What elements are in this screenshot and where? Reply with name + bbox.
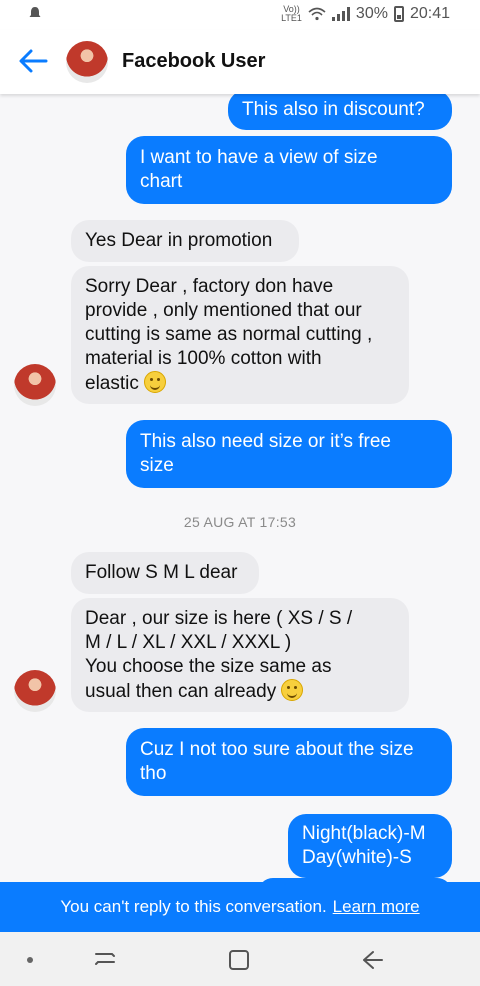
message-bubble-incoming[interactable]: Yes Dear in promotion bbox=[71, 220, 299, 262]
timestamp: 25 AUG AT 17:53 bbox=[183, 514, 297, 530]
smiling-face-emoji-icon bbox=[144, 370, 167, 393]
message-text: This also need size or it’s free size bbox=[140, 431, 391, 476]
battery-percent: 30% bbox=[355, 5, 388, 22]
message-list[interactable]: This also in discount? I want to have a … bbox=[0, 94, 480, 882]
message-text: Yes Dear in promotion bbox=[85, 230, 273, 251]
message-text-wrap: Dear , our size is here ( XS / S / M / L… bbox=[85, 607, 395, 704]
back-button-icon[interactable] bbox=[360, 948, 386, 972]
message-text: I want to have a view of size chart bbox=[140, 147, 378, 192]
message-bubble-outgoing[interactable]: Cuz I not too sure about the size tho bbox=[126, 728, 452, 796]
contact-avatar[interactable] bbox=[66, 41, 108, 83]
message-bubble-incoming[interactable]: Dear , our size is here ( XS / S / M / L… bbox=[71, 598, 409, 712]
cannot-reply-banner: You can't reply to this conversation. Le… bbox=[0, 882, 480, 932]
signal-icon bbox=[331, 7, 350, 21]
message-text-wrap: Sorry Dear , factory don have provide , … bbox=[85, 275, 395, 396]
message-bubble-outgoing[interactable]: This also in discount? bbox=[228, 94, 452, 130]
nav-dot-indicator[interactable] bbox=[27, 957, 33, 963]
message-text: Dear , our size is here ( XS / S / M / L… bbox=[85, 607, 353, 702]
system-nav-bar bbox=[0, 932, 480, 986]
back-arrow-icon[interactable] bbox=[16, 46, 50, 76]
message-text: Night(black)-M Day(white)-S bbox=[302, 823, 426, 868]
wifi-icon bbox=[308, 7, 326, 21]
lte-label: LTE1 bbox=[281, 13, 302, 23]
message-text: Cuz I not too sure about the size tho bbox=[140, 739, 414, 784]
message-text: This also in discount? bbox=[242, 99, 425, 120]
message-text: Sorry Dear , factory don have provide , … bbox=[85, 275, 373, 394]
message-bubble-incoming[interactable]: Follow S M L dear bbox=[71, 552, 259, 594]
conversation-header: Facebook User bbox=[0, 30, 480, 94]
status-bar: Vo)) LTE1 30% 20:41 bbox=[0, 0, 480, 30]
clock: 20:41 bbox=[409, 5, 450, 22]
learn-more-link[interactable]: Learn more bbox=[333, 897, 420, 917]
message-bubble-outgoing[interactable]: I want to have a view of size chart bbox=[126, 136, 452, 204]
message-bubble-outgoing[interactable]: This also need size or it’s free size bbox=[126, 420, 452, 488]
message-text: Follow S M L dear bbox=[85, 562, 238, 583]
contact-name[interactable]: Facebook User bbox=[122, 50, 265, 73]
message-bubble-outgoing[interactable]: Night(black)-M Day(white)-S bbox=[288, 814, 452, 878]
home-button-icon[interactable] bbox=[227, 948, 251, 972]
sender-avatar[interactable] bbox=[14, 670, 56, 712]
banner-text: You can't reply to this conversation. bbox=[60, 897, 327, 916]
battery-icon bbox=[393, 6, 404, 22]
recent-apps-icon[interactable] bbox=[92, 948, 118, 970]
notification-icon bbox=[28, 6, 42, 25]
message-bubble-incoming[interactable]: Sorry Dear , factory don have provide , … bbox=[71, 266, 409, 404]
grinning-face-emoji-icon bbox=[281, 678, 304, 701]
volte-indicator: Vo)) LTE1 bbox=[281, 5, 302, 23]
sender-avatar[interactable] bbox=[14, 364, 56, 406]
